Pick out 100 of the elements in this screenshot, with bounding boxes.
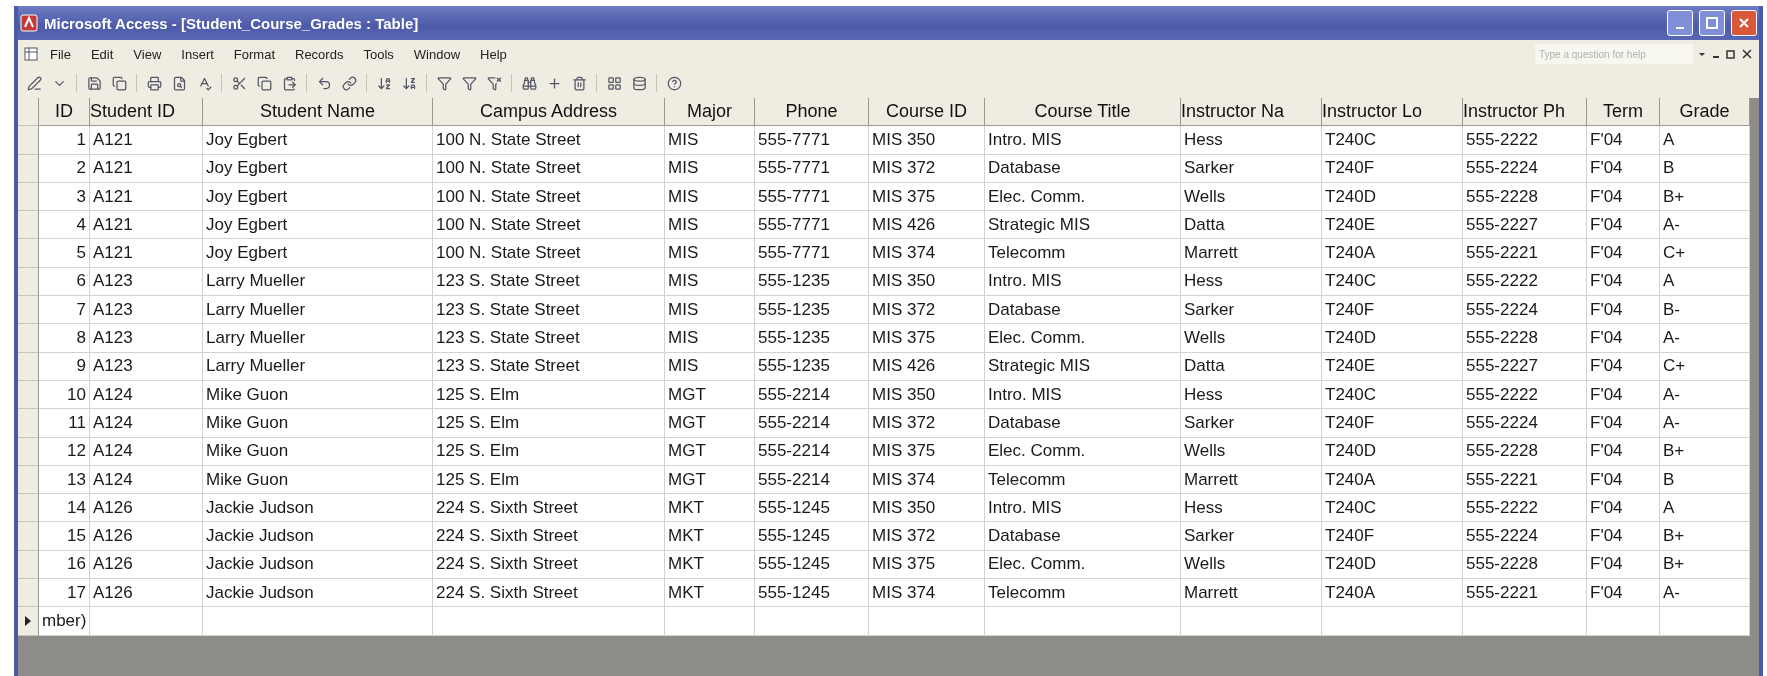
menu-item[interactable]: Insert	[173, 44, 222, 64]
table-cell: 123 S. State Street	[433, 324, 665, 353]
table-cell: MIS	[665, 182, 755, 212]
table-icon[interactable]	[24, 47, 38, 61]
table-cell: MKT	[665, 579, 755, 608]
table-cell: A	[1660, 126, 1750, 155]
maximize-icon	[1706, 17, 1718, 29]
table-cell: F'04	[1587, 465, 1660, 495]
table-cell: F'04	[1587, 494, 1660, 523]
column-header[interactable]: Course ID	[869, 98, 985, 127]
table-cell: 125 S. Elm	[433, 409, 665, 438]
table-cell: 555-2227	[1463, 352, 1587, 381]
table-cell: T240A	[1322, 465, 1463, 495]
select-all-corner[interactable]	[18, 98, 39, 127]
table-cell: 224 S. Sixth Street	[433, 550, 665, 580]
table-cell: Strategic MIS	[985, 352, 1181, 381]
table-cell: 555-2221	[1463, 465, 1587, 495]
table-cell: MIS	[665, 211, 755, 240]
table-cell: Larry Mueller	[203, 352, 433, 381]
table-cell: MIS 372	[869, 522, 985, 551]
window-title: Microsoft Access - [Student_Course_Grades : Table]	[44, 14, 420, 32]
table-cell: MKT	[665, 522, 755, 551]
table-cell: 17	[39, 579, 90, 608]
table-cell: T240A	[1322, 239, 1463, 268]
table-cell: 5	[39, 239, 90, 268]
menu-item[interactable]: Records	[287, 44, 352, 64]
table-cell: Jackie Judson	[203, 550, 433, 580]
table-cell: 555-2224	[1463, 154, 1587, 183]
row-selector[interactable]	[18, 607, 39, 636]
menu-item[interactable]: Format	[225, 44, 283, 64]
menu-item[interactable]: Window	[405, 44, 469, 64]
table-cell: 11	[39, 409, 90, 438]
column-header[interactable]: Campus Address	[433, 98, 665, 127]
column-header[interactable]: Instructor Na	[1181, 98, 1322, 127]
column-header[interactable]: Student ID	[90, 98, 203, 127]
table-cell: Elec. Comm.	[985, 324, 1181, 353]
table-cell: Datta	[1181, 352, 1322, 381]
table-cell: F'04	[1587, 380, 1660, 410]
table-cell: 8	[39, 324, 90, 353]
table-cell: 555-1235	[755, 324, 869, 353]
table-cell: T240F	[1322, 522, 1463, 551]
table-cell: A124	[90, 437, 203, 466]
menu-item[interactable]: View	[125, 44, 170, 64]
column-header[interactable]: Instructor Lo	[1322, 98, 1463, 127]
column-header[interactable]: Instructor Ph	[1463, 98, 1587, 127]
table-cell: Joy Egbert	[203, 182, 433, 212]
minimize-button[interactable]	[1667, 10, 1693, 36]
table-cell: 100 N. State Street	[433, 126, 665, 155]
table-cell: 2	[39, 154, 90, 183]
document-window-controls-icon[interactable]	[1697, 48, 1753, 60]
table-cell: Database	[985, 296, 1181, 325]
table-cell: Wells	[1181, 324, 1322, 353]
table-cell: F'04	[1587, 267, 1660, 297]
table-cell: 555-2228	[1463, 550, 1587, 580]
table-cell: A123	[90, 324, 203, 353]
column-header[interactable]: ID	[39, 98, 90, 127]
table-cell: T240F	[1322, 409, 1463, 438]
maximize-button[interactable]	[1699, 10, 1725, 36]
menu-item[interactable]: File	[42, 44, 79, 64]
table-cell: Wells	[1181, 437, 1322, 466]
table-cell: A123	[90, 296, 203, 325]
column-header[interactable]: Term	[1587, 98, 1660, 127]
table-cell: MIS 372	[869, 154, 985, 183]
column-header[interactable]: Student Name	[203, 98, 433, 127]
table-cell: 555-2228	[1463, 324, 1587, 353]
table-cell: 555-7771	[755, 154, 869, 183]
table-cell: Telecomm	[985, 239, 1181, 268]
table-cell: MIS 375	[869, 550, 985, 580]
column-header[interactable]: Phone	[755, 98, 869, 127]
table-cell: Marrett	[1181, 579, 1322, 608]
table-cell: Wells	[1181, 550, 1322, 580]
table-cell: MIS 375	[869, 324, 985, 353]
table-cell: MGT	[665, 409, 755, 438]
table-cell: Elec. Comm.	[985, 550, 1181, 580]
table-cell: T240F	[1322, 154, 1463, 183]
table-cell: T240C	[1322, 380, 1463, 410]
help-search-field[interactable]: Type a question for help	[1535, 44, 1693, 64]
menu-item[interactable]: Tools	[355, 44, 402, 64]
link-icon[interactable]	[339, 73, 359, 93]
table-cell: 555-2214	[755, 380, 869, 410]
table-cell: 224 S. Sixth Street	[433, 522, 665, 551]
table-cell: 6	[39, 267, 90, 297]
app-icon	[20, 14, 38, 32]
table-cell: F'04	[1587, 126, 1660, 155]
table-cell: 555-2221	[1463, 239, 1587, 268]
menu-item[interactable]: Help	[472, 44, 515, 64]
column-header[interactable]: Course Title	[985, 98, 1181, 127]
close-button[interactable]	[1731, 10, 1757, 36]
table-cell: Intro. MIS	[985, 267, 1181, 297]
table-cell: 555-2222	[1463, 267, 1587, 297]
table-cell: A121	[90, 211, 203, 240]
column-header[interactable]: Major	[665, 98, 755, 127]
table-cell: T240E	[1322, 211, 1463, 240]
table-cell: Intro. MIS	[985, 494, 1181, 523]
table-cell: MGT	[665, 465, 755, 495]
menu-item[interactable]: Edit	[82, 44, 122, 64]
table-cell: 555-7771	[755, 126, 869, 155]
column-header[interactable]: Grade	[1660, 98, 1750, 127]
table-cell: T240D	[1322, 550, 1463, 580]
table-cell: 15	[39, 522, 90, 551]
